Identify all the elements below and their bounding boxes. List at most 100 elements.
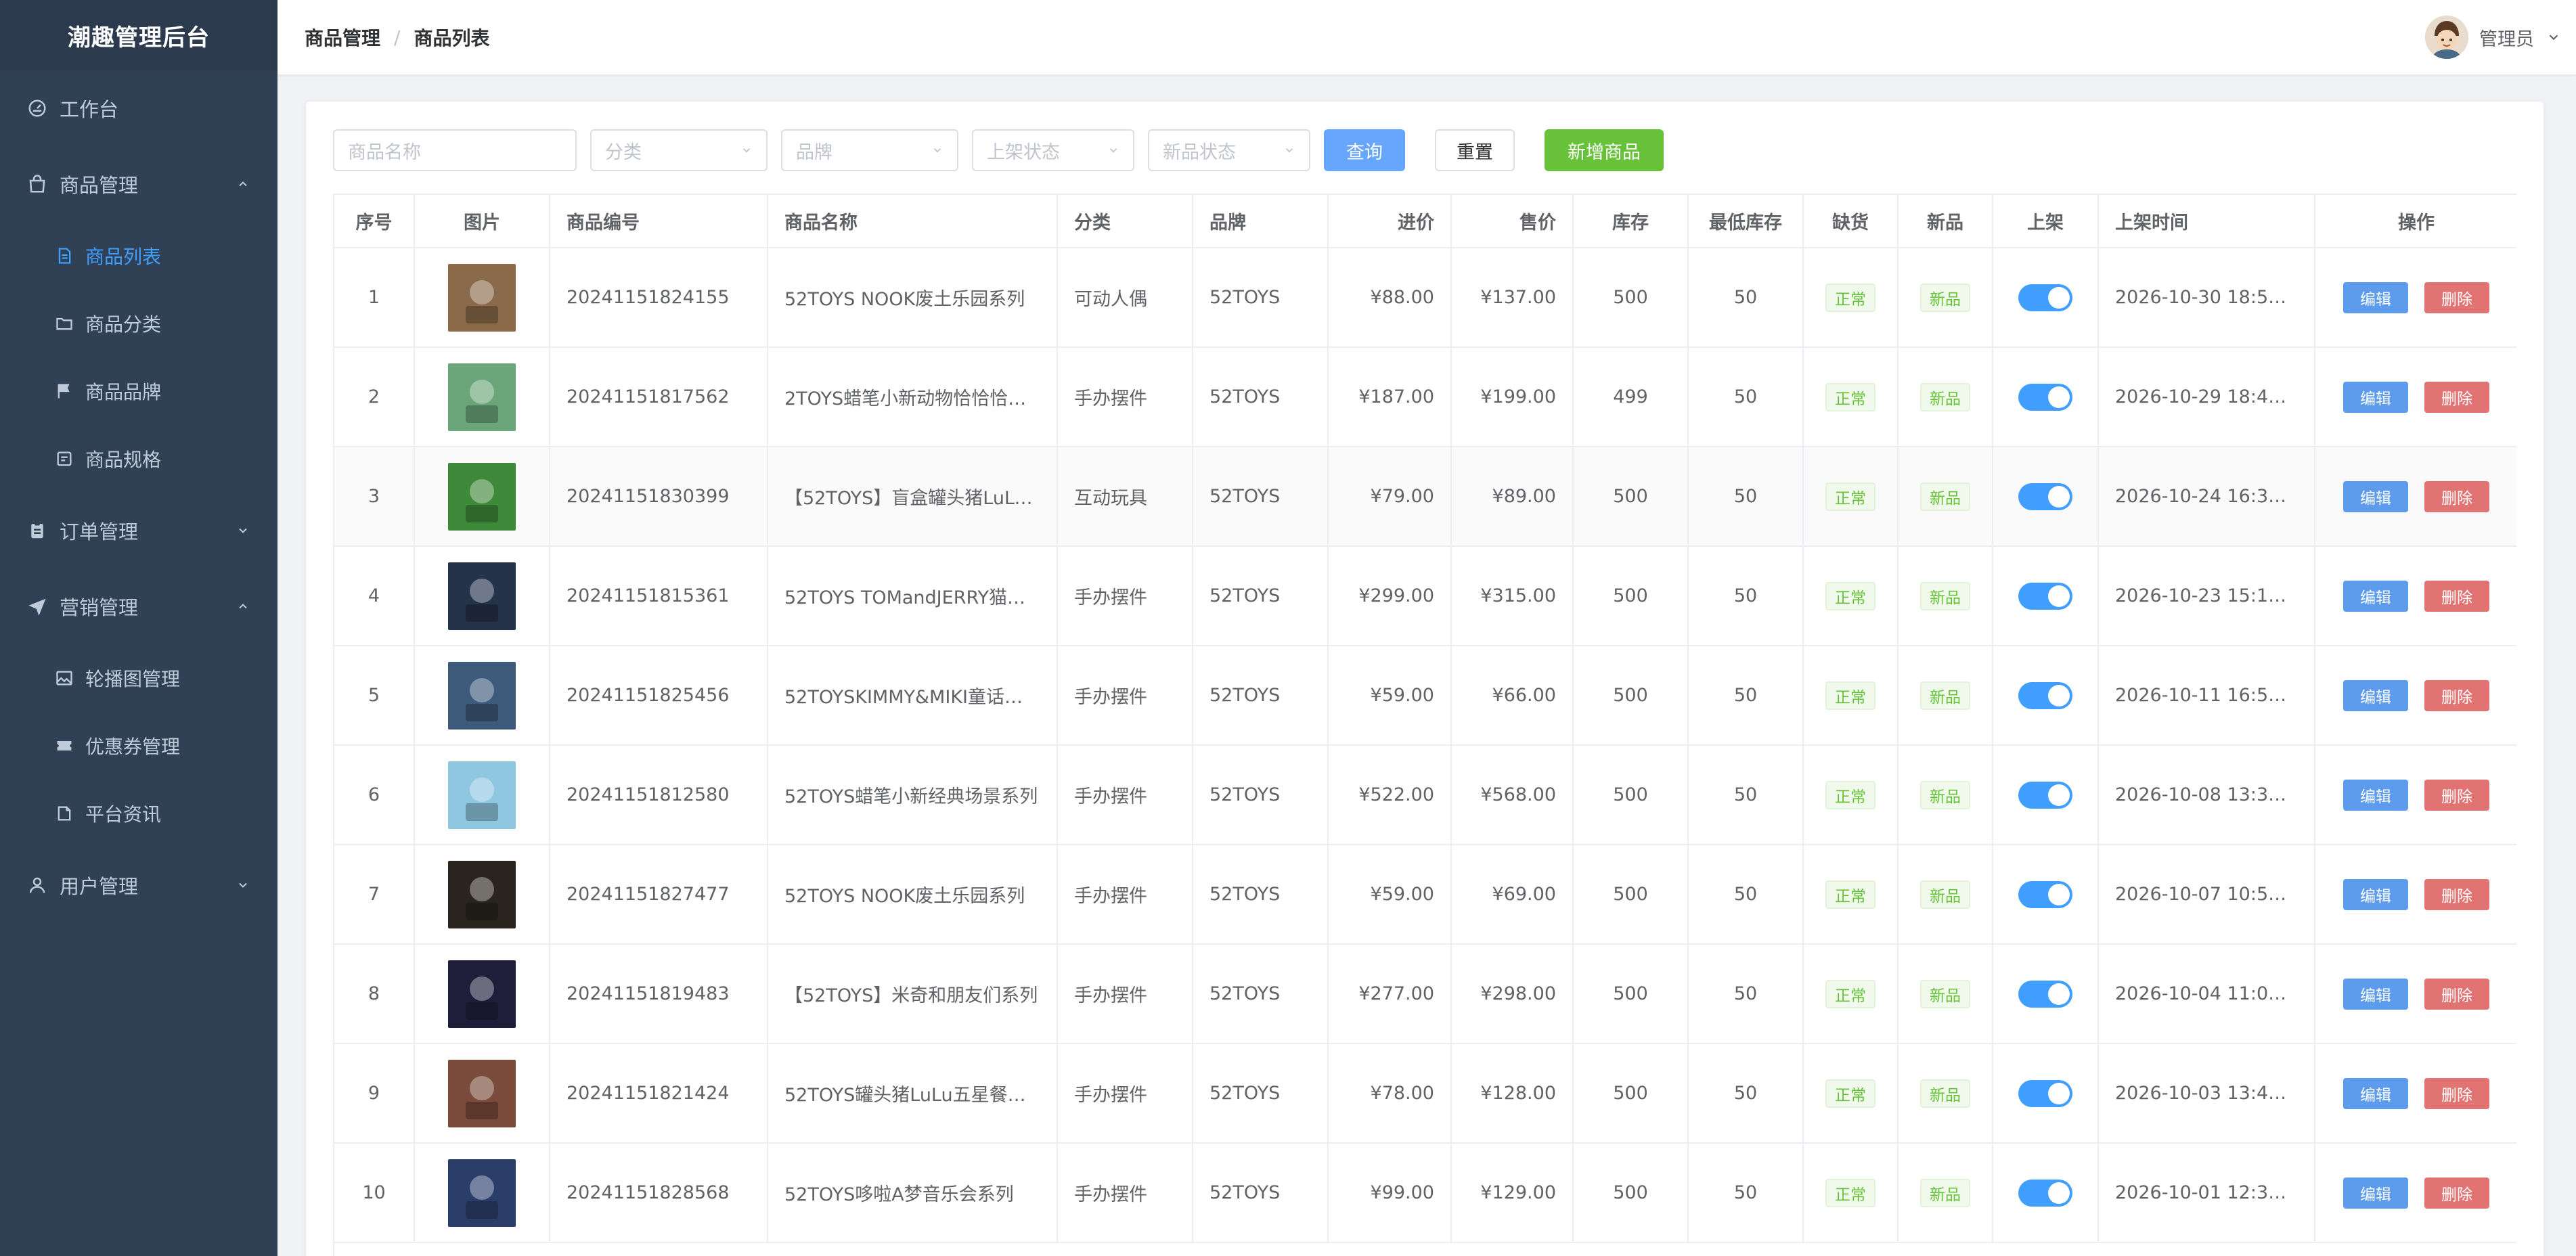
- delete-button[interactable]: 删除: [2424, 381, 2489, 413]
- on-shelf-toggle[interactable]: [2018, 681, 2072, 709]
- edit-button[interactable]: 编辑: [2343, 679, 2408, 711]
- delete-button[interactable]: 删除: [2424, 282, 2489, 313]
- delete-button[interactable]: 删除: [2424, 580, 2489, 612]
- sidebar-item-label: 营销管理: [60, 596, 139, 619]
- brand-select-placeholder: 品牌: [796, 141, 832, 163]
- shelf-cell: [1993, 1044, 2099, 1144]
- edit-button[interactable]: 编辑: [2343, 878, 2408, 910]
- on-shelf-toggle[interactable]: [2018, 880, 2072, 908]
- product-thumbnail[interactable]: [448, 761, 516, 829]
- shelf-cell: [1993, 745, 2099, 845]
- product-name-input[interactable]: 商品名称: [333, 129, 577, 171]
- edit-button[interactable]: 编辑: [2343, 1077, 2408, 1109]
- user-menu[interactable]: 管理员: [2425, 11, 2562, 64]
- sidebar-item-dashboard[interactable]: 工作台: [0, 70, 277, 146]
- chevron-down-icon: [931, 143, 945, 157]
- column-header: 售价: [1451, 195, 1574, 248]
- on-shelf-toggle[interactable]: [2018, 383, 2072, 411]
- product-name: 52TOYS罐头猪LuLu五星餐厅系列: [768, 1044, 1058, 1144]
- sidebar-item-order-management[interactable]: 订单管理: [0, 493, 277, 568]
- product-thumbnail[interactable]: [448, 263, 516, 332]
- row-index: 4: [334, 546, 415, 646]
- product-thumbnail[interactable]: [448, 1059, 516, 1127]
- sidebar-item-platform-news[interactable]: 平台资讯: [0, 780, 277, 847]
- edit-button[interactable]: 编辑: [2343, 978, 2408, 1010]
- edit-button[interactable]: 编辑: [2343, 381, 2408, 413]
- sidebar-item-user-management[interactable]: 用户管理: [0, 847, 277, 923]
- product-code: 20241151821424: [550, 1044, 768, 1144]
- brand-select[interactable]: 品牌: [781, 129, 958, 171]
- on-shelf-toggle[interactable]: [2018, 1079, 2072, 1107]
- delete-button[interactable]: 删除: [2424, 1177, 2489, 1209]
- chevron-down-icon: [740, 143, 754, 157]
- product-brand: 52TOYS: [1193, 248, 1329, 348]
- row-index: 10: [334, 1143, 415, 1243]
- cost-price: ¥59.00: [1328, 845, 1452, 945]
- product-code: 20241151812580: [550, 745, 768, 845]
- column-header: 序号: [334, 195, 415, 248]
- new-status-select[interactable]: 新品状态: [1148, 129, 1310, 171]
- edit-button[interactable]: 编辑: [2343, 480, 2408, 512]
- operations-cell: 编辑 删除: [2315, 944, 2516, 1044]
- new-cell: 新品: [1898, 745, 1993, 845]
- sidebar-item-product-spec[interactable]: 商品规格: [0, 425, 277, 493]
- product-name: 52TOYS蜡笔小新经典场景系列: [768, 745, 1058, 845]
- new-product-badge: 新品: [1920, 482, 1970, 511]
- delete-button[interactable]: 删除: [2424, 480, 2489, 512]
- edit-button[interactable]: 编辑: [2343, 1177, 2408, 1209]
- sidebar-item-banner-management[interactable]: 轮播图管理: [0, 644, 277, 712]
- admin-app: 潮趣管理后台 工作台 商品管理 商品列表 商品分类 商品品牌 商品规格 订单管理…: [0, 0, 2576, 1256]
- stock-count: 499: [1573, 347, 1689, 447]
- product-thumbnail[interactable]: [448, 462, 516, 531]
- stock-count: 500: [1573, 248, 1689, 348]
- sidebar-item-label: 商品规格: [85, 449, 162, 471]
- reset-button[interactable]: 重置: [1435, 129, 1515, 171]
- on-shelf-toggle[interactable]: [2018, 284, 2072, 311]
- product-thumbnail[interactable]: [448, 562, 516, 630]
- product-brand: 52TOYS: [1193, 546, 1329, 646]
- query-button[interactable]: 查询: [1324, 129, 1405, 171]
- row-index: 1: [334, 248, 415, 348]
- delete-button[interactable]: 删除: [2424, 679, 2489, 711]
- product-name: 2TOYS蜡笔小新动物恰恰恰系列: [768, 347, 1058, 447]
- chevron-up-icon: [236, 177, 250, 192]
- product-category: 手办摆件: [1057, 646, 1193, 746]
- delete-button[interactable]: 删除: [2424, 978, 2489, 1010]
- sidebar-item-marketing-management[interactable]: 营销管理: [0, 568, 277, 644]
- on-shelf-toggle[interactable]: [2018, 781, 2072, 809]
- row-actions: 编辑 删除: [2332, 878, 2501, 910]
- clipboard-icon: [24, 518, 50, 543]
- on-shelf-toggle[interactable]: [2018, 582, 2072, 610]
- table-row: 1 20241151824155 52TOYS NOOK废土乐园系列 可动人偶 52TO…: [334, 248, 2516, 348]
- product-thumbnail[interactable]: [448, 363, 516, 431]
- edit-button[interactable]: 编辑: [2343, 282, 2408, 313]
- sidebar-item-product-brand[interactable]: 商品品牌: [0, 357, 277, 425]
- breadcrumb-item[interactable]: 商品管理: [305, 24, 380, 51]
- product-thumbnail[interactable]: [448, 661, 516, 730]
- on-shelf-toggle[interactable]: [2018, 1179, 2072, 1207]
- edit-button[interactable]: 编辑: [2343, 580, 2408, 612]
- edit-button[interactable]: 编辑: [2343, 779, 2408, 811]
- delete-button[interactable]: 删除: [2424, 1077, 2489, 1109]
- delete-button[interactable]: 删除: [2424, 779, 2489, 811]
- chevron-down-icon: [1283, 143, 1297, 157]
- add-product-button[interactable]: 新增商品: [1545, 129, 1664, 171]
- product-thumbnail[interactable]: [448, 860, 516, 928]
- product-thumbnail[interactable]: [448, 1159, 516, 1227]
- shelf-status-select[interactable]: 上架状态: [972, 129, 1134, 171]
- on-shelf-toggle[interactable]: [2018, 483, 2072, 510]
- category-select[interactable]: 分类: [590, 129, 768, 171]
- shelf-cell: [1993, 546, 2099, 646]
- delete-button[interactable]: 删除: [2424, 878, 2489, 910]
- product-code: 20241151824155: [550, 248, 768, 348]
- product-thumbnail[interactable]: [448, 960, 516, 1028]
- sidebar-item-product-list[interactable]: 商品列表: [0, 222, 277, 290]
- shortage-status-badge: 正常: [1825, 780, 1875, 809]
- sidebar-item-product-management[interactable]: 商品管理: [0, 146, 277, 222]
- sidebar-item-product-category[interactable]: 商品分类: [0, 290, 277, 357]
- sidebar-item-coupon-management[interactable]: 优惠券管理: [0, 712, 277, 780]
- row-actions: 编辑 删除: [2332, 282, 2501, 313]
- bag-icon: [24, 171, 50, 197]
- product-table: 序号 图片 商品编号 商品名称 分类 品牌 进价 售价 库存 最低库存 缺货 新品 上架 上架时间 操作 1…: [333, 194, 2516, 1256]
- on-shelf-toggle[interactable]: [2018, 980, 2072, 1008]
